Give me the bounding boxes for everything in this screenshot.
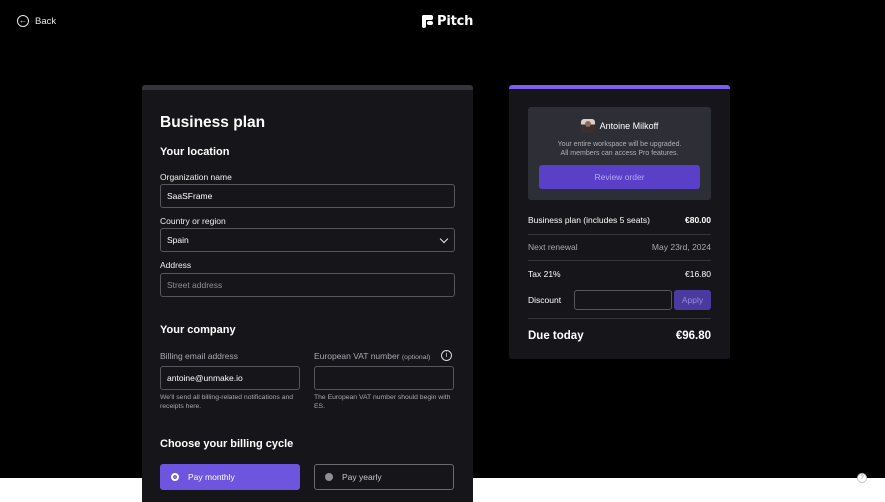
review-order-button[interactable]: Review order — [539, 165, 700, 189]
plan-price: €80.00 — [685, 215, 711, 225]
page-title: Business plan — [160, 114, 266, 131]
pay-monthly-option[interactable]: Pay monthly — [160, 464, 300, 490]
org-name-label: Organization name — [160, 172, 232, 182]
upgrade-note-line1: Your entire workspace will be upgraded. — [557, 141, 682, 148]
avatar — [580, 119, 595, 133]
discount-label: Discount — [528, 295, 562, 305]
billing-email-input[interactable]: antoine@unmake.io — [160, 366, 300, 390]
info-icon[interactable]: i — [441, 350, 452, 361]
help-icon[interactable]: ? — [857, 473, 867, 483]
street-address-input[interactable]: Street address — [160, 273, 455, 297]
billing-email-hint: We'll send all billing-related notificat… — [160, 394, 294, 410]
brand-name: Pitch — [437, 14, 474, 29]
divider — [528, 260, 711, 261]
upgrade-note: Your entire workspace will be upgraded. … — [528, 140, 711, 159]
plan-line: Business plan (includes 5 seats) €80.00 — [528, 215, 711, 225]
plan-label: Business plan (includes 5 seats) — [528, 215, 650, 225]
pay-yearly-option[interactable]: Pay yearly — [314, 464, 454, 490]
back-label: Back — [35, 15, 57, 27]
due-today-line: Due today €96.80 — [528, 330, 711, 342]
renewal-date: May 23rd, 2024 — [651, 242, 711, 252]
user-name: Antoine Milkoff — [599, 121, 659, 131]
billing-form-panel: Business plan Your location Organization… — [142, 85, 473, 502]
tax-amount: €16.80 — [685, 269, 711, 279]
tax-label: Tax 21% — [528, 269, 561, 279]
workspace-card: Antoine Milkoff Your entire workspace wi… — [528, 107, 711, 200]
vat-optional-tag: (optional) — [401, 354, 431, 361]
discount-line: Discount Apply — [528, 290, 711, 310]
arrow-left-icon: ← — [17, 15, 29, 27]
billing-email-label: Billing email address — [160, 351, 238, 361]
back-button[interactable]: ← Back — [17, 15, 56, 27]
org-name-input[interactable]: SaaSFrame — [160, 184, 455, 208]
renewal-line: Next renewal May 23rd, 2024 — [528, 242, 711, 252]
company-heading: Your company — [160, 324, 236, 336]
radio-selected-icon — [171, 473, 179, 481]
divider — [528, 318, 711, 319]
checkout-page: ← Back Pitch Business plan Your location… — [0, 0, 885, 502]
renewal-label: Next renewal — [528, 242, 578, 252]
pitch-logo[interactable]: Pitch — [422, 14, 473, 29]
divider — [528, 234, 711, 235]
due-label: Due today — [528, 330, 584, 342]
radio-unselected-icon — [325, 473, 333, 481]
tax-line: Tax 21% €16.80 — [528, 269, 711, 279]
location-heading: Your location — [160, 146, 230, 158]
apply-discount-button[interactable]: Apply — [673, 290, 711, 310]
country-value: Spain — [167, 235, 189, 245]
country-label: Country or region — [160, 216, 226, 226]
vat-label-text: European VAT number — [314, 351, 400, 361]
billing-cycle-heading: Choose your billing cycle — [160, 438, 294, 450]
vat-hint: The European VAT number should begin wit… — [314, 394, 451, 410]
order-summary-panel: Antoine Milkoff Your entire workspace wi… — [509, 85, 730, 359]
vat-label: European VAT number (optional) — [314, 351, 430, 361]
user-row: Antoine Milkoff — [528, 119, 711, 133]
vat-number-input[interactable] — [314, 366, 454, 390]
country-select[interactable]: Spain — [160, 228, 455, 252]
pay-monthly-label: Pay monthly — [188, 472, 235, 482]
chevron-down-icon — [439, 234, 449, 244]
address-label: Address — [160, 260, 192, 270]
upgrade-note-line2: All members can access Pro features. — [560, 150, 679, 158]
due-amount: €96.80 — [675, 330, 711, 342]
discount-code-input[interactable] — [574, 290, 673, 310]
pay-yearly-label: Pay yearly — [342, 472, 382, 482]
pitch-logo-icon — [422, 15, 433, 28]
